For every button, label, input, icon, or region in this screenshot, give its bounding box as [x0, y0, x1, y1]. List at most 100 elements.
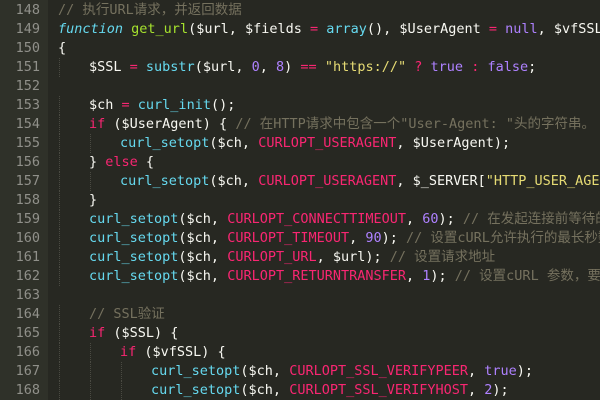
line-code-text: curl_setopt($ch, CURLOPT_SSL_VERIFYHOST,… — [151, 381, 509, 400]
code-line[interactable]: 160 curl_setopt($ch, CURLOPT_TIMEOUT, 90)… — [0, 229, 600, 248]
line-code-text: curl_setopt($ch, CURLOPT_USERAGENT, $_SE… — [120, 172, 600, 191]
code-line[interactable]: 168 curl_setopt($ch, CURLOPT_SSL_VERIFYHO… — [0, 381, 600, 400]
code-line[interactable]: 166 if ($vfSSL) { — [0, 343, 600, 362]
code-token: == — [300, 59, 317, 75]
code-token: , — [349, 230, 366, 246]
line-code-text: curl_setopt($ch, CURLOPT_USERAGENT, $Use… — [120, 134, 510, 153]
indent-guide — [59, 343, 61, 362]
code-token: ); — [516, 363, 534, 379]
code-token: , — [468, 363, 485, 379]
code-line[interactable]: 161 curl_setopt($ch, CURLOPT_URL, $url); … — [0, 248, 600, 267]
indent-guide — [59, 191, 61, 210]
line-code-text: curl_setopt($ch, CURLOPT_SSL_VERIFYPEER,… — [151, 362, 533, 381]
code-token: get_url — [131, 21, 189, 37]
code-token: "HTTP_USER_AGENT" — [485, 173, 600, 189]
code-line[interactable]: 149 function get_url($url, $fields = arra… — [0, 20, 600, 39]
code-token: true — [430, 59, 464, 75]
code-line[interactable]: 165 if ($SSL) { — [0, 324, 600, 343]
indent-guide — [59, 172, 61, 191]
code-token: if — [120, 344, 137, 360]
line-number: 163 — [15, 287, 40, 303]
code-line[interactable]: 154 if ($UserAgent) { // 在HTTP请求中包含一个"Use… — [0, 115, 600, 134]
line-number: 148 — [15, 2, 40, 18]
line-number: 165 — [15, 325, 40, 341]
line-number: 160 — [15, 230, 40, 246]
code-line[interactable]: 159 curl_setopt($ch, CURLOPT_CONNECTTIMEO… — [0, 210, 600, 229]
indent-guide — [121, 381, 123, 400]
code-token: ($ch, — [240, 382, 290, 398]
line-number: 159 — [15, 211, 40, 227]
code-token: ($url, — [194, 59, 252, 75]
code-line[interactable]: 163 — [0, 286, 600, 305]
line-number: 158 — [15, 192, 40, 208]
code-line[interactable]: 153 $ch = curl_init(); — [0, 96, 600, 115]
code-token: ); — [381, 230, 407, 246]
code-line[interactable]: 148 // 执行URL请求，并返回数据 — [0, 1, 600, 20]
code-line[interactable]: 156 } else { — [0, 153, 600, 172]
line-number: 168 — [15, 382, 40, 398]
line-number: 161 — [15, 249, 40, 265]
indent-guide — [90, 134, 92, 153]
code-token: ); — [438, 211, 463, 227]
code-token: curl_setopt — [151, 363, 241, 379]
code-line[interactable]: 157 curl_setopt($ch, CURLOPT_USERAGENT, $… — [0, 172, 600, 191]
code-token: { — [58, 40, 67, 56]
code-line[interactable]: 151 $SSL = substr($url, 0, 8) == "https:/… — [0, 58, 600, 77]
line-code-text: if ($vfSSL) { — [120, 343, 226, 362]
code-token: curl_setopt — [120, 173, 210, 189]
indent-guide — [59, 153, 61, 172]
code-editor[interactable]: 148// 执行URL请求，并返回数据 149 function get_url($… — [0, 0, 600, 400]
code-line[interactable]: 162 curl_setopt($ch, CURLOPT_RETURNTRANSF… — [0, 267, 600, 286]
code-token: // 设置cURL允许执行的最长秒数 — [406, 230, 600, 246]
code-token: // 设置cURL 参数，要求结果保存到字符串中 — [454, 268, 600, 284]
code-token: ); — [492, 382, 509, 398]
code-token: ($ch, — [178, 268, 228, 284]
line-number: 155 — [15, 135, 40, 151]
indent-guide — [59, 58, 61, 77]
indent-guide — [59, 115, 61, 134]
code-line[interactable]: 164 // SSL验证 — [0, 305, 600, 324]
line-code-text: } else { — [89, 153, 154, 172]
indent-guide — [90, 362, 92, 381]
code-area[interactable]: 148// 执行URL请求，并返回数据 149 function get_url($… — [0, 0, 600, 400]
code-token: "https://" — [324, 59, 407, 75]
code-token: // 在发起连接前等待的时间 — [462, 211, 600, 227]
line-number: 162 — [15, 268, 40, 284]
code-token: ; — [528, 59, 537, 75]
code-line[interactable]: 158} — [0, 191, 600, 210]
indent-guide — [90, 343, 92, 362]
code-token: = — [129, 59, 138, 75]
code-token: CURLOPT_CONNECTTIMEOUT — [227, 211, 406, 227]
line-code-text: if ($SSL) { — [89, 324, 178, 343]
code-token: curl_setopt — [89, 268, 179, 284]
code-token: curl_init — [137, 97, 211, 113]
code-token: ($ch, — [209, 135, 259, 151]
line-number: 166 — [15, 344, 40, 360]
code-line[interactable]: 150 { — [0, 39, 600, 58]
code-token: ); — [430, 268, 455, 284]
code-token: false — [487, 59, 529, 75]
line-number: 156 — [15, 154, 40, 170]
code-line[interactable]: 167 curl_setopt($ch, CURLOPT_SSL_VERIFYPE… — [0, 362, 600, 381]
code-token: 60 — [422, 211, 439, 227]
code-token: , $vfSSL — [537, 21, 600, 37]
code-line[interactable]: 155 curl_setopt($ch, CURLOPT_USERAGENT, $… — [0, 134, 600, 153]
line-code-text: curl_setopt($ch, CURLOPT_CONNECTTIMEOUT,… — [89, 210, 600, 229]
code-token: ($ch, — [178, 230, 228, 246]
code-token: ($ch, — [240, 363, 290, 379]
indent-guide — [59, 305, 61, 324]
code-token: null — [505, 21, 538, 37]
indent-guide — [59, 324, 61, 343]
code-line[interactable]: 152 — [0, 77, 600, 96]
indent-guide — [59, 381, 61, 400]
line-code-text: $ch = curl_init(); — [89, 96, 235, 115]
code-token: , $UserAgent); — [396, 135, 511, 151]
code-token: } — [89, 192, 98, 208]
line-code-text: if ($UserAgent) { // 在HTTP请求中包含一个"User-A… — [89, 115, 595, 134]
code-token: , $url); — [316, 249, 390, 265]
code-token: ($ch, — [209, 173, 259, 189]
